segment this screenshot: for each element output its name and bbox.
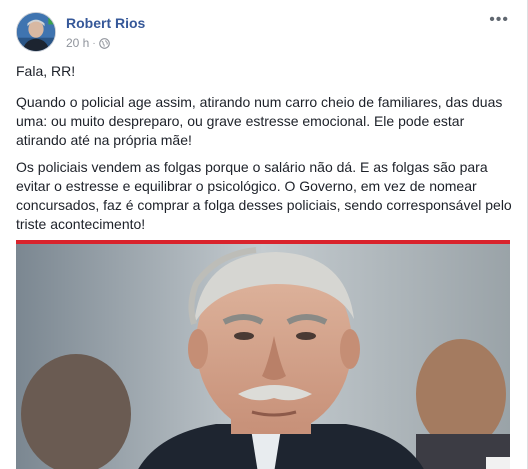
ellipsis-icon: ••• bbox=[489, 11, 509, 28]
post-photo-image bbox=[16, 244, 510, 469]
author-name[interactable]: Robert Rios bbox=[66, 15, 145, 31]
post-paragraph: Os policiais vendem as folgas porque o s… bbox=[16, 159, 512, 232]
post-card: Robert Rios 20 h · ••• Fala, RR! Quando … bbox=[0, 0, 528, 469]
avatar-image bbox=[17, 13, 55, 51]
post-paragraph: Quando o policial age assim, atirando nu… bbox=[16, 94, 503, 148]
meta-separator: · bbox=[92, 37, 96, 49]
globe-icon[interactable] bbox=[98, 37, 110, 49]
post-photo[interactable] bbox=[16, 240, 510, 469]
post-paragraph: Fala, RR! bbox=[16, 63, 76, 79]
post-meta: 20 h · bbox=[66, 36, 110, 50]
post-timestamp[interactable]: 20 h bbox=[66, 36, 89, 50]
post-body: Fala, RR! Quando o policial age assim, a… bbox=[16, 62, 516, 242]
post-header: Robert Rios 20 h · ••• bbox=[16, 12, 517, 60]
more-options-button[interactable]: ••• bbox=[489, 12, 509, 28]
avatar[interactable] bbox=[16, 12, 56, 52]
